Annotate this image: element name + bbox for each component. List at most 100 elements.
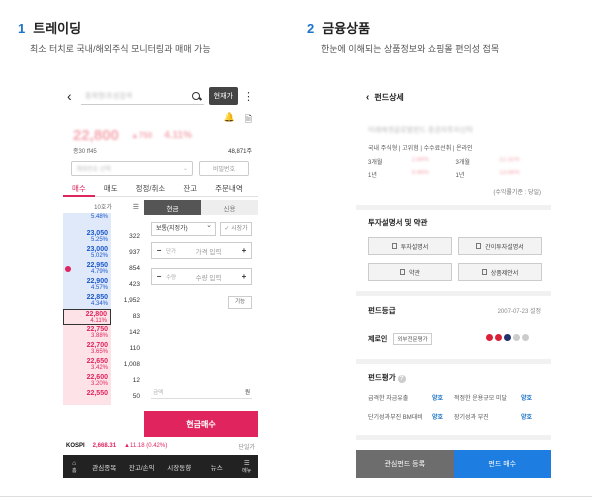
- orderbook-row[interactable]: 22,650 3.42% 1,008: [63, 357, 143, 373]
- help-icon[interactable]: ?: [397, 375, 406, 383]
- orderbook-quantity: 12: [132, 377, 140, 384]
- function-button[interactable]: 기능: [228, 296, 252, 309]
- orderbook-row[interactable]: 22,700 3.65% 110: [63, 341, 143, 357]
- orderbook-quantity: 142: [129, 329, 140, 336]
- nav-news[interactable]: 뉴스: [198, 462, 236, 472]
- search-icon[interactable]: [191, 91, 200, 100]
- orderbook-row[interactable]: 22,850 4.34% 1,952: [63, 293, 143, 309]
- grade-date: 2007-07-23 설정: [497, 309, 541, 315]
- orderbook-quantity: 937: [129, 249, 140, 256]
- orderbook-price-cell[interactable]: 22,600 3.20%: [63, 373, 111, 389]
- more-menu-icon[interactable]: ⋮: [243, 90, 254, 103]
- buy-fund-button[interactable]: 펀드 매수: [453, 450, 551, 478]
- orderbook-quantity: [111, 213, 143, 229]
- orderbook-price-cell[interactable]: 5.48%: [63, 213, 111, 229]
- top-bar: ‹ 펀드상세: [356, 83, 551, 111]
- hamburger-icon[interactable]: ☰ 메뉴: [236, 459, 259, 474]
- orderbook: 10호가 ☰ 5.48% 23,050 5.25% 322 23,000 5.02% 937…: [63, 200, 143, 440]
- tab-sell[interactable]: 매도: [95, 183, 127, 197]
- tab-credit[interactable]: 신용: [201, 200, 258, 215]
- orderbook-row[interactable]: 22,550 50: [63, 389, 143, 405]
- orderbook-depth[interactable]: 10호가: [94, 202, 112, 211]
- tab-modify-cancel[interactable]: 정정/취소: [127, 183, 175, 197]
- orderbook-row[interactable]: 22,900 4.57% 423: [63, 277, 143, 293]
- price-input[interactable]: 가격 입력: [180, 246, 237, 256]
- orderbook-price: 22,650: [86, 358, 108, 365]
- tab-balance[interactable]: 잔고: [174, 183, 206, 197]
- simple-prospectus-button[interactable]: 간이투자설명서: [458, 237, 542, 255]
- terms-button[interactable]: 약관: [368, 263, 452, 281]
- add-interest-button[interactable]: 관심펀드 등록: [356, 450, 454, 478]
- section-title: 트레이딩: [33, 21, 82, 36]
- menu-icon[interactable]: ☰: [133, 203, 139, 211]
- home-icon[interactable]: ⌂ 홈: [63, 460, 86, 474]
- amount-label: 금액: [153, 389, 164, 396]
- account-select[interactable]: 계좌번호 선택 ⌄: [71, 161, 193, 176]
- performance-row: 1년 9.46% 1년 13.84%: [368, 170, 543, 179]
- current-price-button[interactable]: 현재가: [208, 87, 238, 105]
- orderbook-percent: 4.57%: [90, 285, 108, 291]
- password-button[interactable]: 비밀번호: [199, 161, 249, 176]
- orderbook-row[interactable]: 22,950 4.79% 854: [63, 261, 143, 277]
- nav-balance[interactable]: 잔고/손익: [123, 462, 161, 472]
- order-type-tabs: 현금 신용: [144, 200, 258, 215]
- nav-market[interactable]: 시장동향: [161, 462, 199, 472]
- fund-tags: 국내 주식형 | 고위험 | 수수료선취 | 온라인: [368, 146, 473, 152]
- eval-grade: 양호: [432, 396, 444, 402]
- price-stepper[interactable]: − 단가 가격 입력 +: [151, 242, 252, 259]
- nav-watchlist[interactable]: 관심종목: [86, 462, 124, 472]
- period-label: 1년: [455, 173, 465, 179]
- tab-cash[interactable]: 현금: [144, 200, 201, 215]
- proposal-button[interactable]: 상품제안서: [458, 263, 542, 281]
- stock-search-input[interactable]: 종목명/초성검색: [81, 87, 204, 105]
- orderbook-row[interactable]: 22,800 4.11% 83: [63, 309, 143, 325]
- quantity-stepper[interactable]: − 수량 수량 입력 +: [151, 268, 252, 285]
- market-price-checkbox[interactable]: ✓ 시장가: [220, 222, 252, 236]
- grade-row: 제로인 외부전문평가: [368, 333, 432, 345]
- tab-buy[interactable]: 매수: [63, 183, 95, 197]
- orderbook-price-cell[interactable]: 22,800 4.11%: [63, 309, 111, 325]
- orderbook-price-cell[interactable]: 22,550: [63, 389, 111, 405]
- orderbook-price-cell[interactable]: 22,650 3.42%: [63, 357, 111, 373]
- orderbook-row[interactable]: 5.48%: [63, 213, 143, 229]
- quantity-input[interactable]: 수량 입력: [180, 272, 237, 282]
- tab-order-history[interactable]: 주문내역: [206, 183, 252, 197]
- orderbook-percent: 5.02%: [90, 253, 108, 259]
- external-rating-tag: 외부전문평가: [393, 333, 432, 345]
- divider: [356, 435, 551, 440]
- price-rate: 4.11%: [164, 130, 192, 141]
- plus-icon[interactable]: +: [237, 272, 251, 281]
- back-arrow-icon[interactable]: ‹: [67, 88, 81, 104]
- orderbook-row[interactable]: 22,750 3.88% 142: [63, 325, 143, 341]
- page-title: 펀드상세: [374, 92, 404, 102]
- orderbook-price: 22,900: [86, 278, 108, 285]
- plus-icon[interactable]: +: [237, 246, 251, 255]
- cash-buy-button[interactable]: 현금매수: [144, 411, 258, 437]
- eval-label: 급격한 자금유출: [368, 396, 409, 402]
- document-icon[interactable]: 🗎: [245, 112, 252, 128]
- orderbook-quantity: 423: [129, 281, 140, 288]
- orderbook-price-cell[interactable]: 22,850 4.34%: [63, 293, 111, 309]
- minus-icon[interactable]: −: [152, 272, 166, 281]
- prospectus-label: 투자설명서: [400, 244, 429, 251]
- evaluation-row: 단기성과부진 BM대비 양호 장기성과 부진 양호: [368, 412, 543, 421]
- orderbook-percent: 3.88%: [90, 333, 108, 339]
- orderbook-price-cell[interactable]: 22,750 3.88%: [63, 325, 111, 341]
- orderbook-price-cell[interactable]: 22,700 3.65%: [63, 341, 111, 357]
- back-arrow-icon[interactable]: ‹: [366, 92, 369, 103]
- kospi-ticker[interactable]: KOSPI 2,668.31 ▲11.18 (0.42%) 단일가: [63, 440, 258, 452]
- bell-icon[interactable]: 🔔: [224, 112, 235, 128]
- trading-screen: ‹ 종목명/초성검색 현재가 ⋮ 🔔 🗎 22,800 ▲750 4.11% 종…: [63, 83, 258, 478]
- order-type-select[interactable]: 보통(지정가): [151, 220, 216, 236]
- prospectus-button[interactable]: 투자설명서: [368, 237, 452, 255]
- grade-dot-navy: [504, 334, 511, 341]
- minus-icon[interactable]: −: [152, 246, 166, 255]
- orderbook-price: 22,600: [86, 374, 108, 381]
- orderbook-price-cell[interactable]: 22,900 4.57%: [63, 277, 111, 293]
- orderbook-row[interactable]: 23,050 5.25% 322: [63, 229, 143, 245]
- orderbook-row[interactable]: 23,000 5.02% 937: [63, 245, 143, 261]
- orderbook-price-cell[interactable]: 23,000 5.02%: [63, 245, 111, 261]
- orderbook-price-cell[interactable]: 23,050 5.25%: [63, 229, 111, 245]
- orderbook-row[interactable]: 22,600 3.20% 12: [63, 373, 143, 389]
- grade-dot-gray: [522, 334, 529, 341]
